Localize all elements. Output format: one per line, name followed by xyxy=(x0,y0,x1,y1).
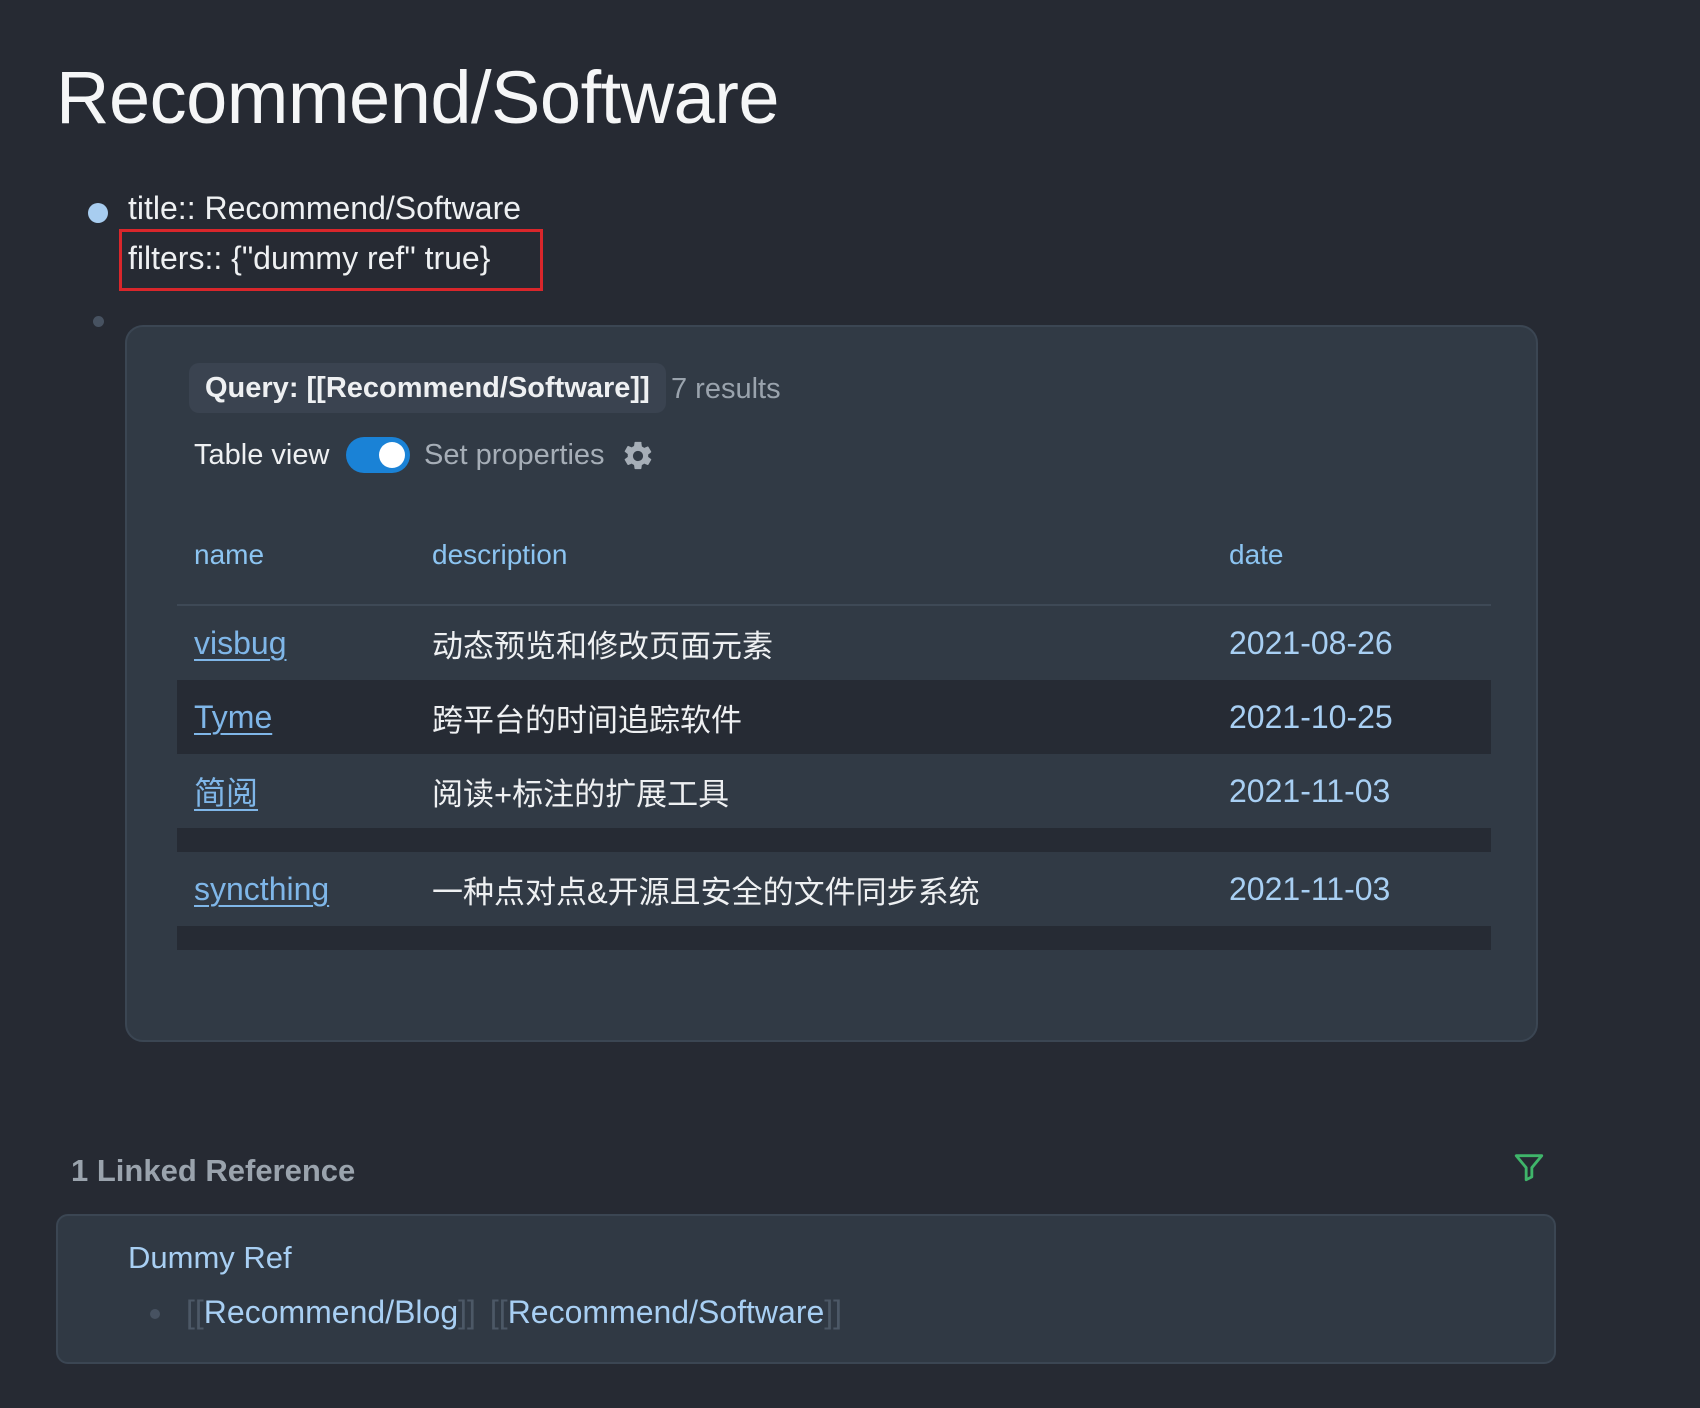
reference-block-content: [[Recommend/Blog]][[Recommend/Software]] xyxy=(186,1294,842,1331)
query-title[interactable]: Query: [[Recommend/Software]] xyxy=(189,363,666,413)
row-date[interactable]: 2021-08-26 xyxy=(1229,606,1393,680)
ref-link-software[interactable]: Recommend/Software xyxy=(508,1294,825,1331)
row-description: 动态预览和修改页面元素 xyxy=(432,628,773,664)
row-date[interactable]: 2021-10-25 xyxy=(1229,680,1393,754)
row-description: 阅读+标注的扩展工具 xyxy=(432,776,730,812)
row-name-link[interactable]: 简阅 xyxy=(194,754,258,828)
column-header-date[interactable]: date xyxy=(1229,539,1284,571)
page-title: Recommend/Software xyxy=(56,56,780,139)
table-view-label: Table view xyxy=(194,439,330,471)
block-bullet[interactable] xyxy=(88,203,108,223)
column-header-description[interactable]: description xyxy=(432,539,567,571)
linked-references-heading[interactable]: 1 Linked Reference xyxy=(71,1153,355,1189)
title-property[interactable]: title:: Recommend/Software xyxy=(128,190,521,227)
table-row-empty xyxy=(177,926,1491,950)
table-row: Tyme 跨平台的时间追踪软件 2021-10-25 xyxy=(177,680,1491,754)
row-description: 跨平台的时间追踪软件 xyxy=(432,702,742,738)
row-name-link[interactable]: visbug xyxy=(194,606,287,680)
row-date[interactable]: 2021-11-03 xyxy=(1229,754,1390,828)
linked-reference-card: Dummy Ref [[Recommend/Blog]][[Recommend/… xyxy=(56,1214,1556,1364)
column-header-name[interactable]: name xyxy=(194,539,264,571)
highlight-annotation-box xyxy=(119,229,543,291)
table-row: syncthing 一种点对点&开源且安全的文件同步系统 2021-11-03 xyxy=(177,852,1491,926)
reference-block-bullet[interactable] xyxy=(150,1309,160,1319)
table-row: visbug 动态预览和修改页面元素 2021-08-26 xyxy=(177,606,1491,680)
query-block-bullet[interactable] xyxy=(93,316,104,327)
query-results-card: Query: [[Recommend/Software]] 7 results … xyxy=(125,325,1538,1042)
bracket-close: ]] xyxy=(458,1294,476,1330)
table-row-empty xyxy=(177,828,1491,852)
set-properties-button[interactable]: Set properties xyxy=(424,439,605,472)
gear-icon[interactable] xyxy=(621,439,655,473)
table-row: 简阅 阅读+标注的扩展工具 2021-11-03 xyxy=(177,754,1491,828)
ref-link-blog[interactable]: Recommend/Blog xyxy=(204,1294,458,1331)
row-date[interactable]: 2021-11-03 xyxy=(1229,852,1390,926)
bracket-close: ]] xyxy=(824,1294,843,1330)
bracket-open: [[ xyxy=(186,1294,204,1330)
bracket-open: [[ xyxy=(489,1294,508,1330)
reference-page-link[interactable]: Dummy Ref xyxy=(128,1240,292,1276)
row-name-link[interactable]: Tyme xyxy=(194,680,272,754)
table-view-toggle[interactable] xyxy=(346,437,410,473)
filter-icon[interactable] xyxy=(1512,1150,1546,1184)
row-name-link[interactable]: syncthing xyxy=(194,852,329,926)
results-count: 7 results xyxy=(671,373,781,405)
row-description: 一种点对点&开源且安全的文件同步系统 xyxy=(432,874,980,910)
toggle-knob xyxy=(379,442,405,468)
